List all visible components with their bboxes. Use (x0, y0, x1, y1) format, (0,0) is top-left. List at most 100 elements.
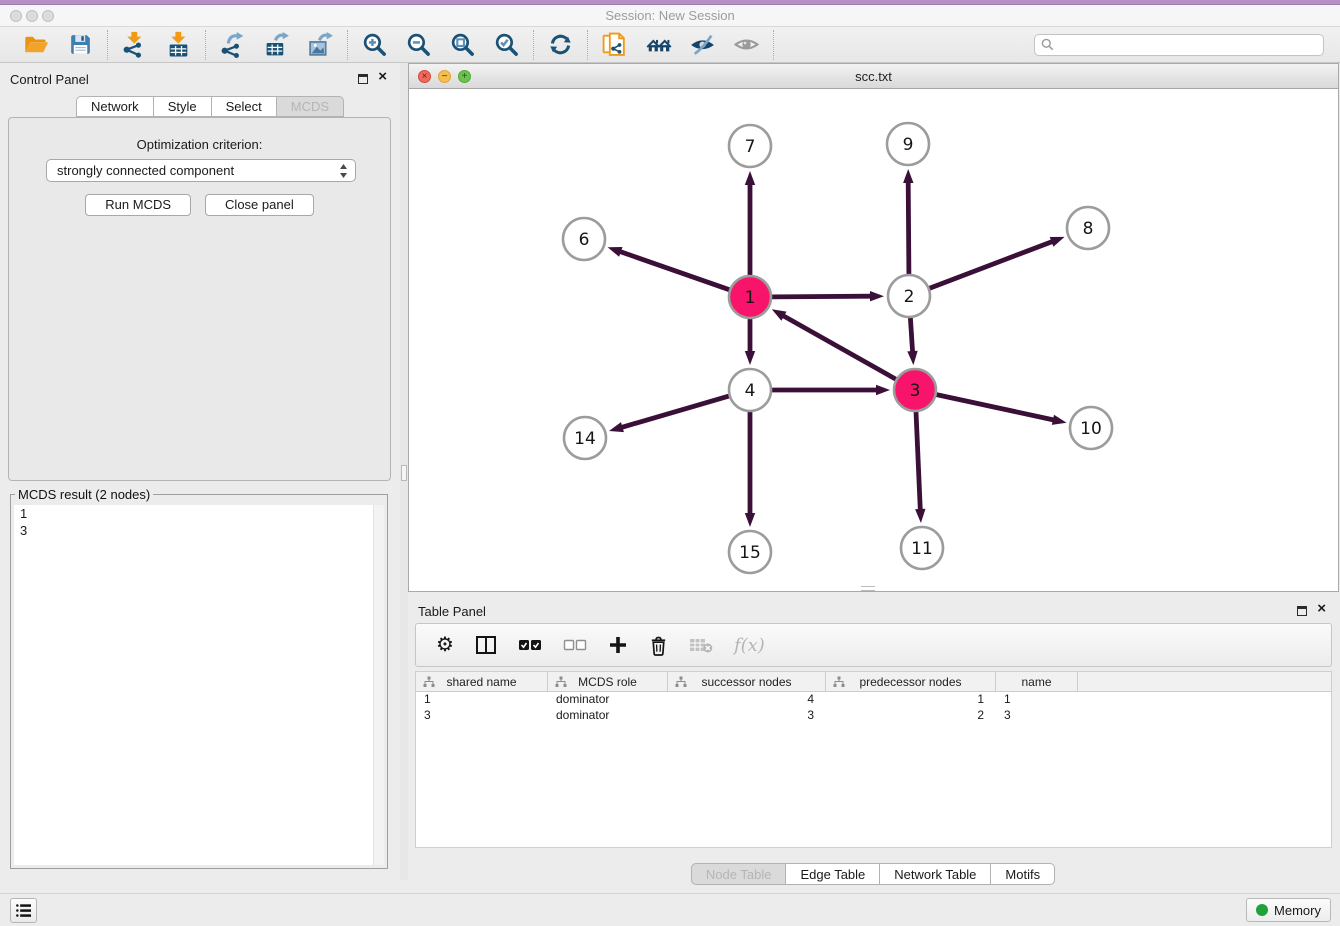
table-row[interactable]: 1 dominator 4 1 1 (416, 692, 1331, 708)
edge-2-9[interactable] (908, 182, 909, 274)
zoom-fit-icon[interactable] (449, 31, 476, 58)
delete-table-icon[interactable] (689, 637, 713, 653)
graph-node-label-2: 2 (904, 287, 915, 307)
splitter-grip[interactable] (401, 465, 407, 481)
cell-mcds-role[interactable]: dominator (548, 708, 668, 724)
table-row[interactable]: 3 dominator 3 2 3 (416, 708, 1331, 724)
canvas-resize-grip[interactable] (861, 586, 875, 591)
select-all-columns-icon[interactable] (518, 638, 542, 652)
task-list-icon (15, 903, 32, 918)
tab-mcds[interactable]: MCDS (276, 96, 344, 117)
edge-3-1[interactable] (783, 316, 896, 380)
zoom-in-icon[interactable] (361, 31, 388, 58)
edge-arrow-4-3 (876, 385, 890, 395)
cell-predecessor-nodes[interactable]: 2 (826, 708, 996, 724)
zoom-group (348, 30, 534, 60)
export-image-icon[interactable] (307, 31, 334, 58)
show-graphics-details-icon[interactable] (733, 31, 760, 58)
delete-column-icon[interactable] (649, 635, 668, 656)
tab-network[interactable]: Network (76, 96, 154, 117)
edge-3-10[interactable] (937, 395, 1054, 420)
cell-successor-nodes[interactable]: 3 (668, 708, 826, 724)
memory-label: Memory (1274, 903, 1321, 918)
open-session-icon[interactable] (23, 31, 50, 58)
table-panel-close-button[interactable]: × (1317, 600, 1326, 618)
mcds-result-title: MCDS result (2 nodes) (15, 487, 153, 502)
zoom-out-icon[interactable] (405, 31, 432, 58)
cell-name[interactable]: 3 (996, 708, 1078, 724)
graph-node-label-10: 10 (1080, 419, 1102, 439)
network-view-window: × − + scc.txt 7968124314101511 (408, 63, 1339, 592)
flow-icon (833, 676, 845, 688)
network-canvas[interactable]: 7968124314101511 (409, 89, 1338, 591)
save-session-icon[interactable] (67, 31, 94, 58)
cell-shared-name[interactable]: 3 (416, 708, 548, 724)
tab-edge-table[interactable]: Edge Table (785, 863, 880, 885)
tab-node-table[interactable]: Node Table (691, 863, 787, 885)
zoom-selected-icon[interactable] (493, 31, 520, 58)
mcds-result-value: 3 (14, 522, 384, 539)
tab-select[interactable]: Select (211, 96, 277, 117)
deselect-all-columns-icon[interactable] (563, 638, 587, 652)
export-table-icon[interactable] (263, 31, 290, 58)
edge-arrow-1-6 (608, 247, 623, 257)
cell-name[interactable]: 1 (996, 692, 1078, 708)
control-panel-title: Control Panel (10, 72, 89, 87)
view-group (588, 30, 774, 60)
table-panel: Table Panel × ⚙ f(x) shared name (408, 595, 1339, 885)
cell-successor-nodes[interactable]: 4 (668, 692, 826, 708)
function-builder-icon[interactable]: f(x) (734, 635, 765, 656)
search-icon (1041, 38, 1054, 51)
edge-1-6[interactable] (620, 252, 729, 290)
network-snapshot-icon[interactable] (601, 31, 628, 58)
edge-3-11[interactable] (916, 412, 920, 510)
mcds-result-value: 1 (14, 505, 384, 522)
column-header-predecessor-nodes[interactable]: predecessor nodes (826, 672, 996, 691)
column-header-name[interactable]: name (996, 672, 1078, 691)
graph-node-label-9: 9 (903, 135, 914, 155)
edge-arrow-1-2 (870, 291, 884, 301)
session-group (10, 30, 108, 60)
network-title: scc.txt (409, 69, 1338, 84)
edge-1-2[interactable] (772, 296, 871, 297)
tab-motifs[interactable]: Motifs (990, 863, 1055, 885)
tab-style[interactable]: Style (153, 96, 212, 117)
close-panel-button[interactable]: Close panel (205, 194, 314, 216)
column-header-shared-name[interactable]: shared name (416, 672, 548, 691)
refresh-view-icon[interactable] (547, 31, 574, 58)
import-table-icon[interactable] (165, 31, 192, 58)
import-network-icon[interactable] (121, 31, 148, 58)
run-mcds-button[interactable]: Run MCDS (85, 194, 191, 216)
cell-shared-name[interactable]: 1 (416, 692, 548, 708)
flow-icon (555, 676, 567, 688)
column-header-successor-nodes[interactable]: successor nodes (668, 672, 826, 691)
edge-2-8[interactable] (930, 242, 1053, 289)
memory-button[interactable]: Memory (1246, 898, 1331, 922)
table-panel-float-button[interactable] (1297, 606, 1307, 616)
table-toolbar: ⚙ f(x) (415, 623, 1332, 667)
column-layout-icon[interactable] (475, 634, 497, 656)
optimization-select[interactable]: strongly connected component (46, 159, 356, 182)
tab-network-table[interactable]: Network Table (879, 863, 991, 885)
main-toolbar (0, 27, 1340, 63)
task-history-button[interactable] (10, 898, 37, 923)
cell-mcds-role[interactable]: dominator (548, 692, 668, 708)
add-column-icon[interactable] (608, 635, 628, 655)
cell-predecessor-nodes[interactable]: 1 (826, 692, 996, 708)
optimization-select-value: strongly connected component (57, 163, 234, 178)
home-ndex-icon[interactable] (645, 31, 672, 58)
column-header-mcds-role[interactable]: MCDS role (548, 672, 668, 691)
hide-graphics-details-icon[interactable] (689, 31, 716, 58)
table-settings-icon[interactable]: ⚙ (436, 634, 454, 656)
search-input[interactable] (1058, 36, 1317, 54)
edge-2-3[interactable] (910, 318, 912, 352)
control-panel-float-button[interactable] (358, 74, 368, 84)
app-titlebar: Session: New Session (0, 0, 1340, 27)
result-scrollbar[interactable] (373, 505, 384, 865)
window-title: Session: New Session (0, 8, 1340, 23)
table-panel-title: Table Panel (418, 604, 486, 619)
vertical-splitter[interactable] (400, 63, 408, 880)
control-panel-close-button[interactable]: × (378, 68, 387, 86)
export-network-icon[interactable] (219, 31, 246, 58)
edge-4-14[interactable] (622, 396, 729, 427)
